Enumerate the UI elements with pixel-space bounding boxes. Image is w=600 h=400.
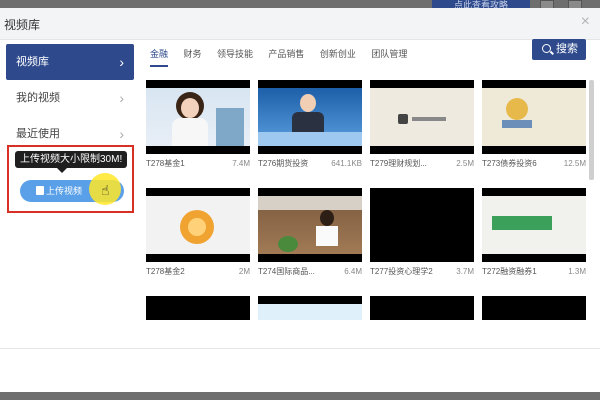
close-icon[interactable]: × (581, 14, 590, 30)
video-thumbnail[interactable] (482, 188, 586, 262)
sidebar-item-label: 我的视频 (16, 92, 60, 104)
video-caption: T277投资心理学2 3.7M (370, 262, 474, 282)
tab-product-sales[interactable]: 产品销售 (268, 47, 304, 65)
video-name: T278基金2 (146, 267, 185, 276)
upload-video-label: 上传视频 (46, 186, 83, 196)
video-name: T274国际商品... (258, 267, 315, 276)
hand-cursor-icon: ☝ (101, 182, 110, 198)
video-thumbnail[interactable] (258, 80, 362, 154)
video-thumbnail[interactable] (258, 296, 362, 320)
tooltip-arrow (57, 168, 67, 173)
video-caption: T273债券投资6 12.5M (482, 154, 586, 174)
video-card[interactable]: T278基金2 2M (146, 188, 250, 282)
video-caption: T274国际商品... 6.4M (258, 262, 362, 282)
video-name: T279理财规划... (370, 159, 427, 168)
video-card[interactable] (146, 296, 250, 320)
video-caption: T278基金1 7.4M (146, 154, 250, 174)
video-card[interactable]: T276期货投资 641.1KB (258, 80, 362, 174)
sidebar-item-label: 视频库 (16, 56, 49, 68)
video-thumbnail[interactable] (482, 296, 586, 320)
sidebar-item-label: 最近使用 (16, 128, 60, 140)
video-card[interactable] (370, 296, 474, 320)
sidebar: 视频库 › 我的视频 › 最近使用 › (6, 44, 134, 152)
chevron-right-icon: › (119, 54, 124, 70)
scrollbar[interactable] (589, 80, 594, 180)
sidebar-item-video-library[interactable]: 视频库 › (6, 44, 134, 80)
search-button[interactable]: 搜索 (532, 39, 586, 60)
video-card[interactable]: T279理财规划... 2.5M (370, 80, 474, 174)
video-thumbnail[interactable] (482, 80, 586, 154)
video-thumbnail[interactable] (146, 188, 250, 262)
modal-footer-divider (0, 348, 600, 349)
tab-innovation[interactable]: 创新创业 (320, 47, 356, 65)
video-caption: T279理财规划... 2.5M (370, 154, 474, 174)
video-size: 6.4M (344, 267, 362, 276)
video-caption: T276期货投资 641.1KB (258, 154, 362, 174)
video-card[interactable]: T272融资融券1 1.3M (482, 188, 586, 282)
video-name: T277投资心理学2 (370, 267, 433, 276)
video-thumbnail[interactable] (146, 80, 250, 154)
video-card[interactable] (482, 296, 586, 320)
search-icon (542, 44, 551, 53)
modal-title: 视频库 (4, 18, 41, 32)
upload-highlight-box: 上传视频大小限制30M! 上传视频 ☝ (7, 145, 134, 213)
tab-finance[interactable]: 金融 (150, 47, 169, 67)
video-thumbnail[interactable] (370, 296, 474, 320)
tab-leadership[interactable]: 领导技能 (217, 47, 253, 65)
upload-icon (36, 186, 44, 195)
video-name: T278基金1 (146, 159, 185, 168)
page-backdrop-bottom (0, 392, 600, 400)
video-size: 2M (238, 267, 250, 276)
tab-team-management[interactable]: 团队管理 (371, 47, 407, 65)
search-label: 搜索 (556, 43, 578, 55)
video-card[interactable]: T274国际商品... 6.4M (258, 188, 362, 282)
video-thumbnail[interactable] (258, 188, 362, 262)
video-card[interactable] (258, 296, 362, 320)
video-thumbnail[interactable] (370, 188, 474, 262)
video-size: 2.5M (456, 159, 474, 168)
video-library-modal: 视频库 × 视频库 › 我的视频 › 最近使用 › 上传视频大小限制30M! 上… (0, 8, 600, 392)
tab-accounting[interactable]: 财务 (183, 47, 201, 65)
video-name: T273债券投资6 (482, 159, 537, 168)
modal-header: 视频库 × (0, 8, 600, 40)
video-card[interactable]: T277投资心理学2 3.7M (370, 188, 474, 282)
video-name: T272融资融券1 (482, 267, 537, 276)
video-caption: T272融资融券1 1.3M (482, 262, 586, 282)
video-size: 3.7M (456, 267, 474, 276)
chevron-right-icon: › (119, 90, 124, 106)
video-thumbnail[interactable] (370, 80, 474, 154)
video-grid: T278基金1 7.4M T276期货投资 641.1KB T279理财规划... 2.5… (146, 80, 586, 320)
video-size: 641.1KB (331, 159, 362, 168)
video-name: T276期货投资 (258, 159, 309, 168)
category-tabs: 金融 财务 领导技能 产品销售 创新创业 团队管理 (150, 44, 418, 70)
video-card[interactable]: T273债券投资6 12.5M (482, 80, 586, 174)
sidebar-item-my-videos[interactable]: 我的视频 › (6, 80, 134, 116)
video-caption: T278基金2 2M (146, 262, 250, 282)
video-size: 7.4M (232, 159, 250, 168)
video-card[interactable]: T278基金1 7.4M (146, 80, 250, 174)
video-size: 1.3M (568, 267, 586, 276)
video-thumbnail[interactable] (146, 296, 250, 320)
upload-size-tooltip: 上传视频大小限制30M! (15, 151, 128, 168)
video-size: 12.5M (563, 159, 586, 168)
